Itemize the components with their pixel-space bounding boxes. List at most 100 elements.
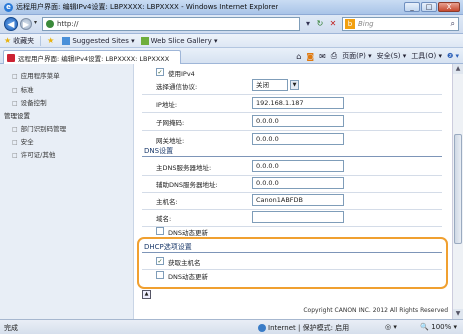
dhcp-section-title: DHCP选项设置 bbox=[144, 243, 192, 251]
secondary-dns-row: 辅助DNS服务器地址: 0.0.0.0 bbox=[142, 176, 442, 191]
secondary-dns-input[interactable]: 0.0.0.0 bbox=[252, 177, 344, 189]
dns-section-head: DNS设置 bbox=[142, 145, 442, 157]
acquire-hostname-label: 获取主机名 bbox=[168, 259, 201, 267]
page-globe-icon bbox=[46, 20, 54, 28]
command-bar: ⌂ ◙ ✉ ⎙ 页面(P) ▾ 安全(S) ▾ 工具(O) ▾ ❷ ▾ bbox=[296, 51, 459, 61]
minimize-button[interactable]: _ bbox=[404, 2, 420, 12]
primary-dns-label: 主DNS服务器地址: bbox=[156, 164, 212, 172]
search-icon[interactable]: ⌕ bbox=[451, 19, 458, 29]
dns-section-title: DNS设置 bbox=[144, 147, 174, 155]
primary-dns-row: 主DNS服务器地址: 0.0.0.0 bbox=[142, 159, 442, 174]
favorites-label: 收藏夹 bbox=[13, 36, 35, 45]
safety-menu[interactable]: 安全(S) ▾ bbox=[377, 51, 407, 61]
acquire-hostname-checkbox[interactable]: ✓ bbox=[156, 257, 164, 265]
subnet-mask-input[interactable]: 0.0.0.0 bbox=[252, 115, 344, 127]
home-icon[interactable]: ⌂ bbox=[296, 52, 301, 61]
address-bar[interactable]: http:// bbox=[42, 17, 300, 31]
status-text: 完成 bbox=[4, 324, 18, 332]
refresh-button[interactable]: ↻ bbox=[314, 18, 326, 30]
tab-label: 远程用户界面: 编辑IPv4设置: LBPXXXX: LBPXXXX bbox=[18, 54, 170, 63]
scroll-down-icon[interactable]: ▼ bbox=[453, 309, 463, 319]
divider bbox=[142, 112, 442, 113]
vertical-scrollbar[interactable]: ▲ ▼ bbox=[452, 64, 463, 319]
page-menu[interactable]: 页面(P) ▾ bbox=[342, 51, 371, 61]
acquire-hostname-row: ✓ 获取主机名 bbox=[142, 254, 442, 269]
bullet-icon: □ bbox=[12, 126, 18, 133]
subnet-mask-row: 子网掩码: 0.0.0.0 bbox=[142, 114, 442, 129]
back-to-top-icon[interactable]: ▲ bbox=[142, 290, 151, 299]
ip-address-label: IP地址: bbox=[156, 101, 178, 109]
hostname-input[interactable]: Canon1ABFDB bbox=[252, 194, 344, 206]
status-bar: 完成 Internet | 保护模式: 启用 ◎ ▾ 🔍 100% ▾ bbox=[0, 319, 463, 334]
nav-item-department-id[interactable]: □ 部门识别码管理 bbox=[12, 123, 66, 133]
dns-dynamic-update-label: DNS动态更新 bbox=[168, 229, 208, 237]
nav-item-license-other[interactable]: □ 许可证/其他 bbox=[12, 149, 55, 159]
maximize-button[interactable]: □ bbox=[421, 2, 437, 12]
search-input[interactable]: Bing bbox=[358, 20, 451, 28]
ip-address-input[interactable]: 192.168.1.187 bbox=[252, 97, 344, 109]
suggested-sites-icon bbox=[62, 36, 71, 45]
divider bbox=[40, 35, 42, 46]
window-controls: _ □ X bbox=[404, 2, 460, 12]
bullet-icon: □ bbox=[12, 152, 18, 159]
nav-item-application-menu[interactable]: □ 应用程序菜单 bbox=[12, 70, 60, 80]
forward-button[interactable]: ▶ bbox=[20, 18, 32, 30]
use-ipv4-checkbox[interactable]: ✓ bbox=[156, 68, 164, 76]
favorites-button[interactable]: ★ 收藏夹 bbox=[4, 36, 34, 46]
dhcp-dns-update-row: DNS动态更新 bbox=[142, 268, 442, 283]
web-slice-gallery-label: Web Slice Gallery ▾ bbox=[150, 36, 218, 45]
dns-dynamic-update-checkbox[interactable] bbox=[156, 227, 164, 235]
favorites-bar: ★ 收藏夹 ★ Suggested Sites ▾ Web Slice Gall… bbox=[0, 34, 463, 48]
bing-logo-icon: b bbox=[345, 19, 355, 29]
nav-item-label: 应用程序菜单 bbox=[20, 72, 60, 80]
help-menu[interactable]: ❷ ▾ bbox=[447, 52, 459, 60]
nav-item-standard[interactable]: □ 标准 bbox=[12, 84, 34, 94]
chevron-down-icon[interactable]: ▼ bbox=[290, 80, 299, 90]
bullet-icon: □ bbox=[12, 100, 18, 107]
nav-item-device-control[interactable]: □ 设备控制 bbox=[12, 97, 47, 107]
scroll-up-icon[interactable]: ▲ bbox=[453, 64, 463, 74]
gateway-input[interactable]: 0.0.0.0 bbox=[252, 133, 344, 145]
rss-icon[interactable]: ◙ bbox=[306, 52, 314, 61]
bullet-icon: □ bbox=[12, 87, 18, 94]
security-zone[interactable]: Internet | 保护模式: 启用 bbox=[258, 323, 349, 333]
left-navigation: □ 应用程序菜单 □ 标准 □ 设备控制 管理设置 □ 部门识别码管理 □ 安全 □ 许可证… bbox=[0, 64, 134, 319]
print-icon[interactable]: ⎙ bbox=[331, 51, 337, 61]
hostname-row: 主机名: Canon1ABFDB bbox=[142, 193, 442, 208]
domain-input[interactable] bbox=[252, 211, 344, 223]
bullet-icon: □ bbox=[12, 139, 18, 146]
primary-dns-input[interactable]: 0.0.0.0 bbox=[252, 160, 344, 172]
close-button[interactable]: X bbox=[438, 2, 460, 12]
nav-item-label: 部门识别码管理 bbox=[20, 125, 67, 133]
recent-pages-dropdown[interactable]: ▾ bbox=[34, 19, 37, 26]
tools-menu[interactable]: 工具(O) ▾ bbox=[411, 51, 442, 61]
browser-tab[interactable]: 远程用户界面: 编辑IPv4设置: LBPXXXX: LBPXXXX bbox=[3, 50, 181, 64]
protected-mode-icon[interactable]: ◎ ▾ bbox=[385, 323, 397, 331]
zoom-control[interactable]: 🔍 100% ▾ bbox=[420, 323, 457, 331]
suggested-sites-link[interactable]: Suggested Sites ▾ bbox=[62, 36, 135, 45]
nav-section-head: 管理设置 bbox=[4, 112, 30, 120]
web-slice-gallery-link[interactable]: Web Slice Gallery ▾ bbox=[140, 36, 218, 45]
mail-icon[interactable]: ✉ bbox=[319, 52, 326, 61]
stop-icon: ✕ bbox=[329, 19, 337, 28]
secondary-dns-label: 辅助DNS服务器地址: bbox=[156, 181, 218, 189]
zone-label: Internet | 保护模式: 启用 bbox=[268, 324, 350, 332]
back-arrow-icon: ◀ bbox=[7, 20, 15, 30]
address-dropdown-button[interactable]: ▾ bbox=[302, 18, 314, 30]
domain-label: 域名: bbox=[156, 215, 172, 223]
forward-arrow-icon: ▶ bbox=[22, 20, 30, 29]
nav-item-security[interactable]: □ 安全 bbox=[12, 136, 34, 146]
use-ipv4-label: 使用IPv4 bbox=[168, 70, 195, 78]
protocol-select[interactable]: 关闭 bbox=[252, 79, 288, 91]
refresh-icon: ↻ bbox=[316, 19, 324, 28]
back-button[interactable]: ◀ bbox=[4, 17, 18, 31]
search-box[interactable]: b Bing ⌕ bbox=[342, 17, 459, 31]
dhcp-dns-update-checkbox[interactable] bbox=[156, 271, 164, 279]
address-row: ◀ ▶ ▾ http:// ▾ ↻ ✕ b Bing ⌕ bbox=[0, 15, 463, 34]
stop-button[interactable]: ✕ bbox=[327, 18, 339, 30]
url-text[interactable]: http:// bbox=[57, 20, 78, 28]
add-favorite-button[interactable]: ★ bbox=[47, 36, 56, 45]
tab-favicon-icon bbox=[7, 53, 15, 62]
subnet-mask-label: 子网掩码: bbox=[156, 119, 185, 127]
scroll-thumb[interactable] bbox=[454, 134, 462, 244]
